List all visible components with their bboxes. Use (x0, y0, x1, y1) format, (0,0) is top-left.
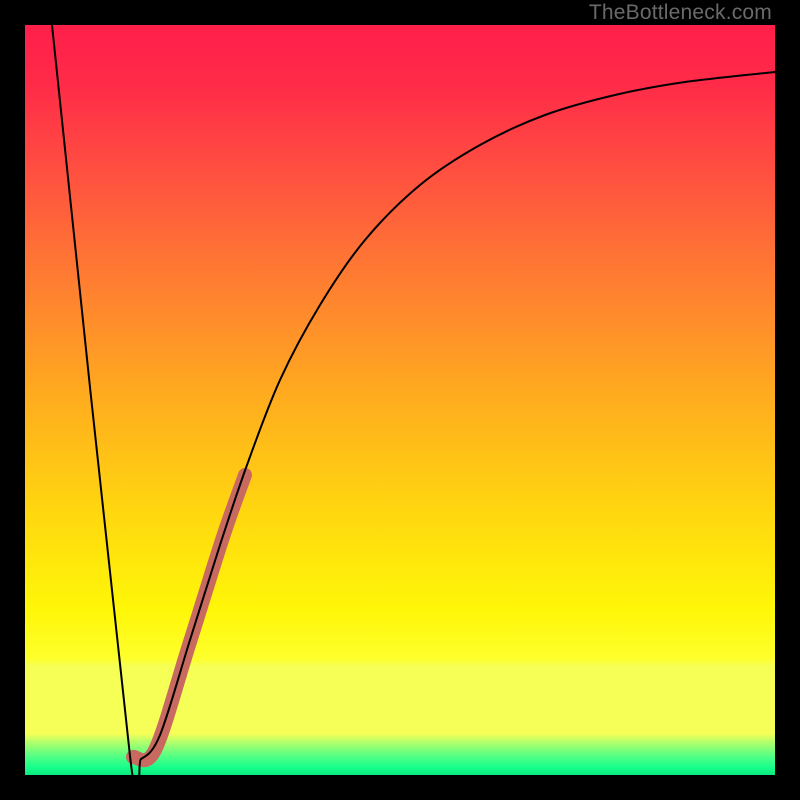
plot-area (25, 25, 775, 775)
chart-frame: TheBottleneck.com (0, 0, 800, 800)
curve-layer (25, 25, 775, 775)
main-curve (52, 25, 775, 775)
watermark-text: TheBottleneck.com (589, 1, 772, 25)
